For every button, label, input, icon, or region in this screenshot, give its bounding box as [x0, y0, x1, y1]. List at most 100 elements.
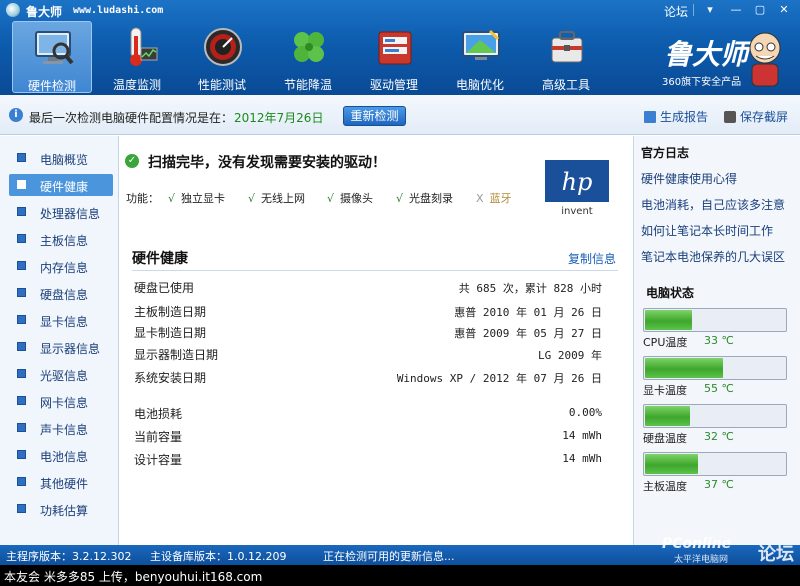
sidebar-item-network[interactable]: 网卡信息 [9, 390, 113, 412]
svg-text:invent: invent [561, 206, 593, 216]
sidebar-item-label: 硬盘信息 [40, 288, 89, 302]
sidebar-item-cpu[interactable]: 处理器信息 [9, 201, 113, 223]
upload-footer: 本友会 米多多85 上传，benyouhui.it168.com [0, 565, 800, 586]
info-row-label: 当前容量 [134, 430, 183, 444]
bullet-icon [17, 234, 26, 243]
info-row-label: 设计容量 [134, 453, 183, 467]
sidebar-item-overview[interactable]: 电脑概览 [9, 147, 113, 169]
info-row-label: 显示器制造日期 [134, 348, 219, 362]
nav-pc-optimize[interactable]: 电脑优化 [440, 21, 520, 93]
sidebar-item-label: 网卡信息 [40, 396, 89, 410]
dropdown-icon[interactable]: ▾ [699, 2, 721, 18]
info-icon: i [9, 108, 23, 122]
bullet-icon [17, 477, 26, 486]
nav-driver-management[interactable]: 驱动管理 [354, 21, 434, 93]
log-link[interactable]: 硬件健康使用心得 [641, 170, 737, 187]
svg-text:太平洋电脑网: 太平洋电脑网 [674, 553, 728, 565]
sidebar-item-optical-drive[interactable]: 光驱信息 [9, 363, 113, 385]
last-check-date: 2012年7月26日 [234, 111, 324, 125]
log-link[interactable]: 笔记本电池保养的几大误区 [641, 248, 785, 265]
sidebar-item-monitor[interactable]: 显示器信息 [9, 336, 113, 358]
save-screenshot-button[interactable]: 保存截屏 [724, 108, 788, 125]
nav-label: 驱动管理 [369, 78, 418, 92]
nav-label: 高级工具 [541, 78, 590, 92]
temp-label: 主板温度 [643, 480, 687, 493]
brand-name: 鲁大师 [664, 38, 749, 71]
temp-label: 硬盘温度 [643, 432, 687, 445]
bullet-icon [17, 504, 26, 513]
divider [693, 4, 694, 16]
nav-energy-saving[interactable]: 节能降温 [268, 21, 348, 93]
speedometer-icon [204, 28, 242, 66]
temp-value: 32 ℃ [704, 430, 734, 443]
app-logo-icon [6, 3, 20, 17]
info-row-value: Windows XP / 2012 年 07 月 26 日 [396, 372, 602, 385]
generate-report-label: 生成报告 [660, 110, 709, 124]
sidebar-item-memory[interactable]: 内存信息 [9, 255, 113, 277]
sidebar-item-sound[interactable]: 声卡信息 [9, 417, 113, 439]
sidebar-item-label: 电脑概览 [40, 153, 89, 167]
sidebar-item-disk[interactable]: 硬盘信息 [9, 282, 113, 304]
sidebar-item-other-hardware[interactable]: 其他硬件 [9, 471, 113, 493]
main-panel: ✓ 扫描完毕，没有发现需要安装的驱动！ 功能： √ 独立显卡 √ 无线上网 √ 摄像头… [120, 136, 632, 545]
info-row-label: 显卡制造日期 [134, 326, 207, 340]
feature-item: √ 无线上网 [248, 192, 306, 205]
last-check-text: 最后一次检测电脑硬件配置情况是在： [29, 111, 234, 125]
forum-link[interactable]: 论坛 [664, 3, 688, 20]
nav-performance-test[interactable]: 性能测试 [182, 21, 262, 93]
nav-temperature[interactable]: 温度监测 [97, 21, 177, 93]
clover-icon [294, 32, 324, 62]
close-icon[interactable]: ✕ [773, 2, 795, 18]
pconline-watermark: PConline 太平洋电脑网 论坛 [662, 536, 794, 565]
feature-item: √ 独立显卡 [168, 192, 226, 205]
app-url: www.ludashi.com [73, 5, 164, 16]
feature-item: √ 摄像头 [327, 192, 374, 205]
sidebar-item-label: 功耗估算 [40, 504, 89, 518]
info-row-label: 电池损耗 [134, 407, 183, 421]
bullet-icon [17, 261, 26, 270]
log-link[interactable]: 电池消耗，自己应该多注意 [641, 196, 785, 213]
sidebar-item-hardware-health[interactable]: 硬件健康 [9, 174, 113, 196]
bullet-icon [17, 315, 26, 324]
top-banner: 鲁大师 www.ludashi.com 论坛 ▾ — ▢ ✕ 硬件检测 温度监测 [0, 0, 800, 95]
info-row-value: 惠普 2009 年 05 月 27 日 [454, 327, 602, 340]
info-row-value: 0.00% [568, 406, 602, 419]
temp-bar-fill [645, 358, 724, 378]
report-icon [644, 111, 656, 123]
sidebar-item-label: 其他硬件 [40, 477, 89, 491]
app-title: 鲁大师 [26, 5, 63, 19]
sidebar-item-motherboard[interactable]: 主板信息 [9, 228, 113, 250]
sidebar-item-battery[interactable]: 电池信息 [9, 444, 113, 466]
minimize-icon[interactable]: — [725, 2, 747, 18]
divider [132, 270, 618, 271]
temp-bar-fill [645, 310, 692, 330]
maximize-icon[interactable]: ▢ [749, 2, 771, 18]
brand-tagline: 360旗下安全产品 [662, 77, 742, 88]
log-link[interactable]: 如何让笔记本长时间工作 [641, 222, 773, 239]
temp-bar [643, 452, 787, 476]
bullet-icon [17, 342, 26, 351]
generate-report-button[interactable]: 生成报告 [644, 108, 708, 125]
temp-bar [643, 308, 787, 332]
main-program-version: 主程序版本：3.2.12.302 [6, 550, 132, 563]
sidebar-item-label: 处理器信息 [40, 207, 101, 221]
info-row-label: 系统安装日期 [134, 371, 207, 385]
sidebar-item-label: 主板信息 [40, 234, 89, 248]
nav-hardware-detect[interactable]: 硬件检测 [12, 21, 92, 93]
temp-value: 55 ℃ [704, 382, 734, 395]
bullet-icon [17, 396, 26, 405]
screen-optimize-icon [462, 29, 500, 60]
sidebar-item-label: 硬件健康 [40, 180, 89, 194]
official-log-title: 官方日志 [641, 146, 690, 160]
bullet-icon [17, 180, 26, 189]
nav-advanced-tools[interactable]: 高级工具 [526, 21, 606, 93]
copy-info-link[interactable]: 复制信息 [568, 250, 616, 267]
mascot-icon [749, 32, 781, 87]
save-screenshot-label: 保存截屏 [740, 110, 789, 124]
upload-credit-text: 本友会 米多多85 上传，benyouhui.it168.com [4, 570, 263, 584]
temp-bar-fill [645, 454, 698, 474]
sidebar-item-power-estimate[interactable]: 功耗估算 [9, 498, 113, 520]
recheck-button[interactable]: 重新检测 [343, 106, 406, 126]
sidebar-item-graphics[interactable]: 显卡信息 [9, 309, 113, 331]
monitor-magnifier-icon [35, 31, 74, 65]
